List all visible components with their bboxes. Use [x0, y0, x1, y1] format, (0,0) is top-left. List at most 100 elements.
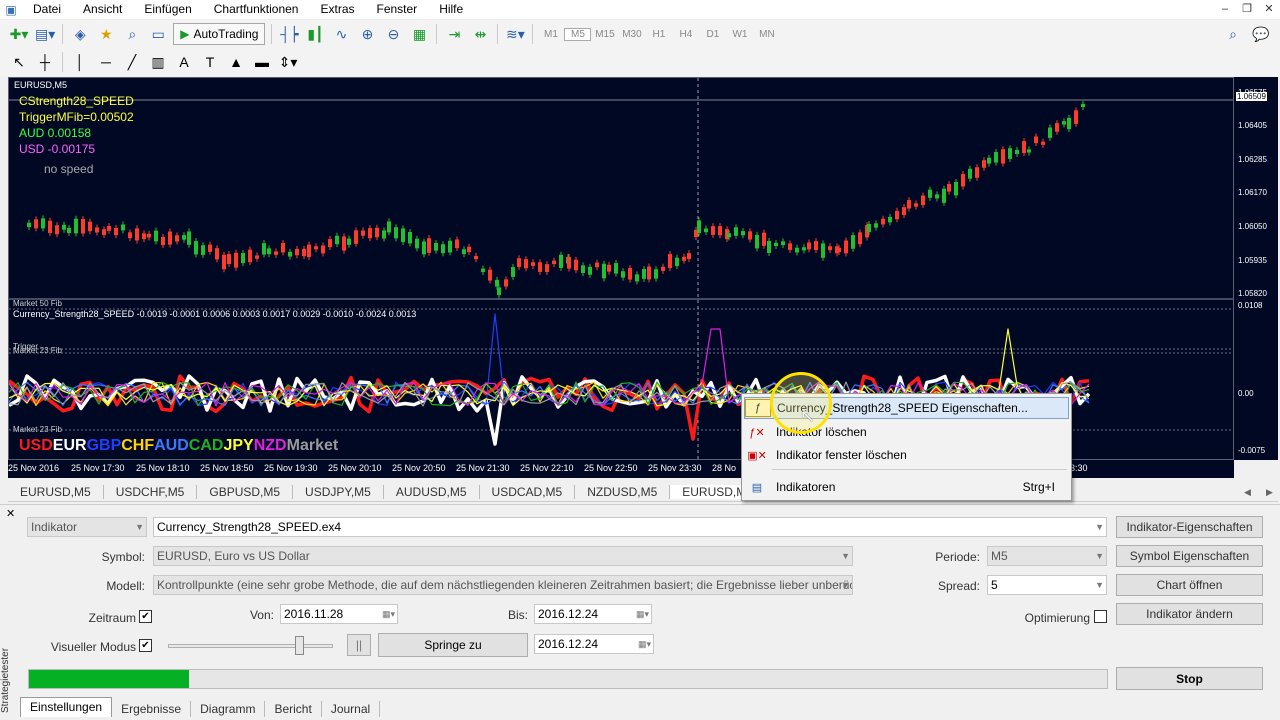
timeframe-mn[interactable]: MN — [753, 29, 780, 40]
market-watch-icon[interactable]: ◈ — [69, 23, 91, 45]
bis-date-input[interactable]: 2016.12.24 ▦▾ — [534, 604, 652, 624]
timeframe-m15[interactable]: M15 — [591, 29, 618, 40]
menu-ansicht[interactable]: Ansicht — [72, 0, 133, 19]
close-icon[interactable]: ✕ — [1260, 2, 1278, 17]
text-label-icon[interactable]: T — [199, 51, 221, 73]
chart-tab[interactable]: GBPUSD,M5 — [197, 485, 294, 499]
candlestick-icon[interactable]: ▮┃ — [304, 23, 326, 45]
arrows-icon[interactable]: ⇕▾ — [277, 51, 299, 73]
menu-datei[interactable]: Datei — [22, 0, 72, 19]
tab-graph[interactable]: Diagramm — [191, 701, 266, 717]
restore-icon[interactable]: ❐ — [1238, 2, 1256, 17]
timeframe-d1[interactable]: D1 — [699, 29, 726, 40]
indicators-icon[interactable]: ≋▾ — [504, 23, 526, 45]
speed-slider-track[interactable] — [168, 644, 333, 648]
candle-body — [858, 232, 862, 245]
autotrading-button[interactable]: ▶ AutoTrading — [173, 23, 266, 45]
price-level-label: 1.06170 — [1238, 188, 1267, 197]
menu-hilfe[interactable]: Hilfe — [428, 0, 474, 19]
jump-date-input[interactable]: 2016.12.24 ▦▾ — [534, 634, 654, 654]
open-chart-button[interactable]: Chart öffnen — [1116, 574, 1263, 596]
zoom-in-icon[interactable]: ⊕ — [356, 23, 378, 45]
speed-slider-handle[interactable] — [295, 636, 304, 655]
zoom-out-icon[interactable]: ⊖ — [382, 23, 404, 45]
rectangle-icon[interactable]: ▬ — [251, 51, 273, 73]
vertical-line-icon[interactable]: │ — [69, 51, 91, 73]
chart-tab[interactable]: AUDUSD,M5 — [384, 485, 480, 499]
calendar-icon[interactable]: ▦▾ — [638, 635, 651, 653]
data-window-icon[interactable]: ★ — [95, 23, 117, 45]
close-panel-icon[interactable]: ✕ — [6, 507, 15, 520]
menu-chartfunktionen[interactable]: Chartfunktionen — [203, 0, 310, 19]
candle-body — [727, 233, 731, 238]
chart-tab[interactable]: USDCAD,M5 — [480, 485, 576, 499]
channel-icon[interactable]: ▥ — [147, 51, 169, 73]
model-select[interactable]: Kontrollpunkte (eine sehr grobe Methode,… — [153, 575, 853, 595]
chart-tab[interactable]: NZDUSD,M5 — [575, 485, 671, 499]
timeframe-m30[interactable]: M30 — [618, 29, 645, 40]
indicator-properties-button[interactable]: Indikator-Eigenschaften — [1116, 516, 1263, 538]
candle-body — [335, 235, 339, 245]
chart-tab[interactable]: USDCHF,M5 — [104, 485, 198, 499]
chart-tab[interactable]: EURUSD,M5 — [8, 485, 104, 499]
candle-body — [234, 252, 238, 268]
tab-journal[interactable]: Journal — [322, 701, 381, 717]
candle-body — [552, 260, 556, 265]
bar-chart-icon[interactable]: ┤┝ — [278, 23, 300, 45]
stop-button[interactable]: Stop — [1116, 667, 1263, 690]
chat-icon[interactable]: 💬 — [1250, 23, 1272, 45]
tab-scroll-left-icon[interactable]: ◀ — [1244, 487, 1251, 498]
symbol-properties-button[interactable]: Symbol Eigenschaften — [1116, 545, 1263, 567]
timeframe-m1[interactable]: M1 — [537, 29, 564, 40]
horizontal-line-icon[interactable]: ─ — [95, 51, 117, 73]
pause-button[interactable]: || — [347, 634, 371, 656]
context-item-delete-window[interactable]: ▣✕ Indikator fenster löschen — [744, 444, 1069, 466]
cursor-icon[interactable]: ↖ — [8, 51, 30, 73]
context-item-indicators[interactable]: ▤ Indikatoren Strg+I — [744, 476, 1069, 498]
search-icon[interactable]: ⌕ — [1222, 23, 1244, 45]
timeframe-h4[interactable]: H4 — [672, 29, 699, 40]
triangle-icon[interactable]: ▲ — [225, 51, 247, 73]
auto-scroll-icon[interactable]: ⇥ — [443, 23, 465, 45]
candle-body — [114, 227, 118, 236]
mode-select[interactable]: Indikator ▼ — [27, 517, 147, 537]
line-chart-icon[interactable]: ∿ — [330, 23, 352, 45]
menu-extras[interactable]: Extras — [309, 0, 365, 19]
calendar-icon[interactable]: ▦▾ — [636, 605, 649, 623]
visual-mode-checkbox[interactable]: ✔ — [139, 639, 152, 652]
profiles-icon[interactable]: ▤▾ — [34, 23, 56, 45]
app-icon[interactable]: ▣ — [0, 0, 22, 19]
candle-body — [422, 241, 426, 255]
optimization-checkbox[interactable] — [1094, 610, 1107, 623]
jump-to-button[interactable]: Springe zu — [378, 633, 528, 657]
candle-body — [27, 222, 31, 228]
timeframe-w1[interactable]: W1 — [726, 29, 753, 40]
menu-einfuegen[interactable]: Einfügen — [133, 0, 202, 19]
period-select[interactable]: M5 ▼ — [987, 546, 1107, 566]
von-date-input[interactable]: 2016.11.28 ▦▾ — [280, 604, 398, 624]
text-icon[interactable]: A — [173, 51, 195, 73]
spread-select[interactable]: 5 ▼ — [987, 575, 1107, 595]
chart-shift-icon[interactable]: ⇹ — [469, 23, 491, 45]
indicator-file-select[interactable]: Currency_Strength28_SPEED.ex4 ▼ — [153, 517, 1107, 537]
tab-report[interactable]: Bericht — [265, 701, 322, 717]
minimize-icon[interactable]: – — [1216, 2, 1234, 17]
terminal-icon[interactable]: ▭ — [147, 23, 169, 45]
tile-windows-icon[interactable]: ▦ — [408, 23, 430, 45]
new-chart-icon[interactable]: ✚▾ — [8, 23, 30, 45]
calendar-icon[interactable]: ▦▾ — [382, 605, 395, 623]
tab-settings[interactable]: Einstellungen — [20, 697, 113, 717]
modify-indicator-button[interactable]: Indikator ändern — [1116, 603, 1263, 625]
navigator-icon[interactable]: ⌕ — [121, 23, 143, 45]
tab-scroll-right-icon[interactable]: ▶ — [1266, 487, 1273, 498]
timeframe-h1[interactable]: H1 — [645, 29, 672, 40]
crosshair-icon[interactable]: ┼ — [34, 51, 56, 73]
trendline-icon[interactable]: ╱ — [121, 51, 143, 73]
chart-tab[interactable]: USDJPY,M5 — [293, 485, 384, 499]
menu-fenster[interactable]: Fenster — [366, 0, 429, 19]
zeitraum-checkbox[interactable]: ✔ — [139, 610, 152, 623]
tab-results[interactable]: Ergebnisse — [112, 701, 192, 717]
symbol-select[interactable]: EURUSD, Euro vs US Dollar ▼ — [153, 546, 853, 566]
candle-body — [1034, 136, 1038, 144]
timeframe-m5[interactable]: M5 — [564, 27, 592, 41]
